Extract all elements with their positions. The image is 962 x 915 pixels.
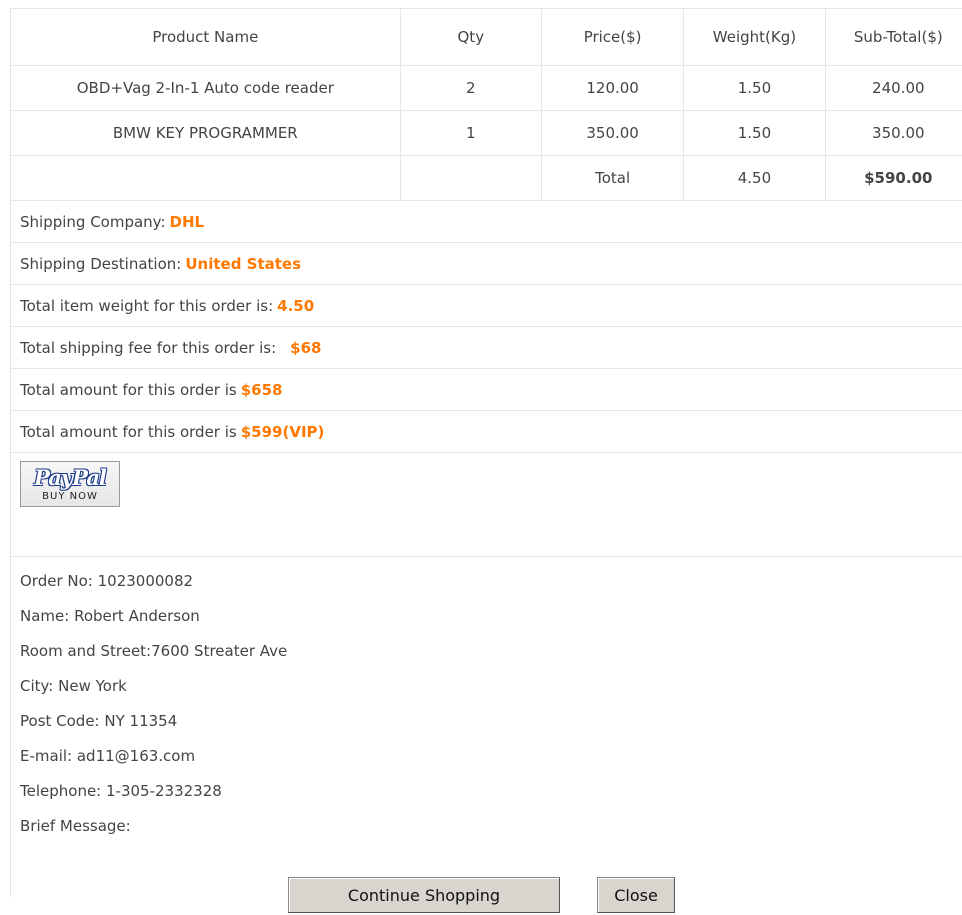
shipping-company-row: Shipping Company: DHL xyxy=(10,201,962,243)
qty-cell: 2 xyxy=(399,65,542,111)
paypal-buy-now-label: BUY NOW xyxy=(42,491,98,502)
shipping-destination-row: Shipping Destination: United States xyxy=(10,243,962,285)
table-row: OBD+Vag 2-In-1 Auto code reader 2 120.00… xyxy=(10,65,962,111)
price-cell: 350.00 xyxy=(540,110,685,156)
customer-post-code: Post Code: NY 11354 xyxy=(20,712,178,730)
price-cell: 120.00 xyxy=(540,65,685,111)
total-amount-value: $658 xyxy=(240,380,283,399)
header-subtotal: Sub-Total($) xyxy=(824,8,962,66)
total-amount-label: Total amount for this order is xyxy=(20,380,237,399)
customer-city: City: New York xyxy=(20,677,127,695)
subtotal-cell: 350.00 xyxy=(824,110,962,156)
order-number: Order No: 1023000082 xyxy=(20,572,194,590)
order-summary: Product Name Qty Price($) Weight(Kg) Sub… xyxy=(10,8,962,897)
total-weight-row: Total item weight for this order is: 4.5… xyxy=(10,285,962,327)
paypal-buy-now-button[interactable]: PayPal BUY NOW xyxy=(20,461,120,507)
total-weight-value: 4.50 xyxy=(277,296,315,315)
paypal-logo: PayPal xyxy=(34,465,107,490)
vip-amount-row: Total amount for this order is $599(VIP) xyxy=(10,411,962,453)
continue-shopping-button[interactable]: Continue Shopping xyxy=(288,877,560,913)
empty-cell xyxy=(10,155,401,201)
header-product-name: Product Name xyxy=(10,8,401,66)
customer-message: Brief Message: xyxy=(20,817,131,835)
shipping-destination-value: United States xyxy=(185,254,302,273)
vip-amount-value: $599(VIP) xyxy=(240,422,325,441)
header-weight: Weight(Kg) xyxy=(683,8,826,66)
empty-cell xyxy=(399,155,542,201)
subtotal-cell: 240.00 xyxy=(824,65,962,111)
table-row: BMW KEY PROGRAMMER 1 350.00 1.50 350.00 xyxy=(10,110,962,156)
vip-amount-label: Total amount for this order is xyxy=(20,422,237,441)
payment-section: PayPal BUY NOW xyxy=(10,453,962,557)
customer-details: Order No: 1023000082 Name: Robert Anders… xyxy=(10,557,962,897)
order-items-table: Product Name Qty Price($) Weight(Kg) Sub… xyxy=(10,8,962,201)
shipping-company-value: DHL xyxy=(169,212,205,231)
customer-telephone: Telephone: 1-305-2332328 xyxy=(20,782,222,800)
product-name-cell: OBD+Vag 2-In-1 Auto code reader xyxy=(10,65,401,111)
shipping-fee-label: Total shipping fee for this order is: xyxy=(20,338,277,357)
total-weight-label: Total item weight for this order is: xyxy=(20,296,274,315)
shipping-fee-row: Total shipping fee for this order is: $6… xyxy=(10,327,962,369)
table-header-row: Product Name Qty Price($) Weight(Kg) Sub… xyxy=(10,8,962,66)
product-name-cell: BMW KEY PROGRAMMER xyxy=(10,110,401,156)
total-amount-row: Total amount for this order is $658 xyxy=(10,369,962,411)
table-total-row: Total 4.50 $590.00 xyxy=(10,155,962,201)
total-label: Total xyxy=(540,155,685,201)
customer-name: Name: Robert Anderson xyxy=(20,607,200,625)
total-amount: $590.00 xyxy=(824,155,962,201)
header-price: Price($) xyxy=(540,8,685,66)
header-qty: Qty xyxy=(399,8,542,66)
shipping-fee-value: $68 xyxy=(290,338,322,357)
weight-cell: 1.50 xyxy=(683,65,826,111)
shipping-destination-label: Shipping Destination: xyxy=(20,254,182,273)
customer-street: Room and Street:7600 Streater Ave xyxy=(20,642,288,660)
customer-email: E-mail: ad11@163.com xyxy=(20,747,196,765)
action-buttons: Continue Shopping Close xyxy=(0,877,962,915)
weight-cell: 1.50 xyxy=(683,110,826,156)
qty-cell: 1 xyxy=(399,110,542,156)
shipping-company-label: Shipping Company: xyxy=(20,212,166,231)
close-button[interactable]: Close xyxy=(597,877,675,913)
total-weight: 4.50 xyxy=(683,155,826,201)
